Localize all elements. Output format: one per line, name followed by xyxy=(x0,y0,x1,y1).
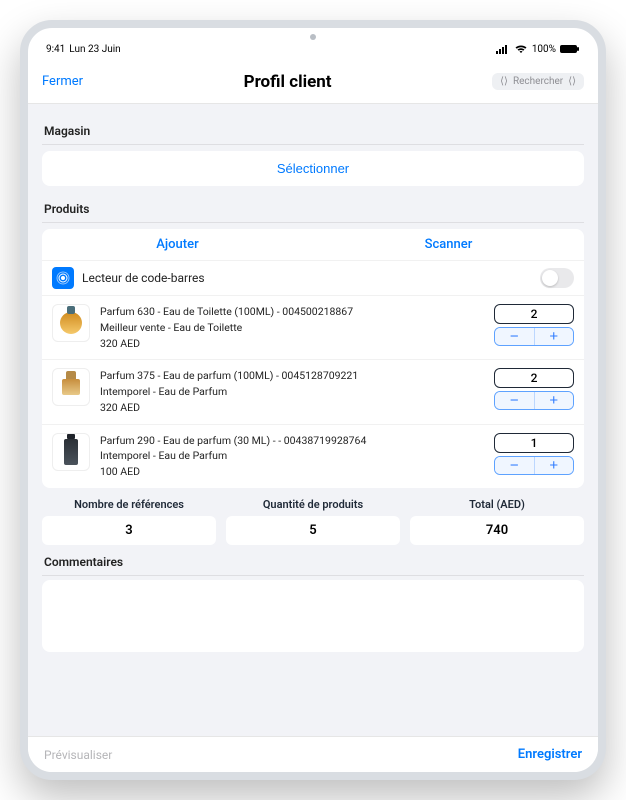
product-title: Parfum 630 - Eau de Toilette (100ML) - 0… xyxy=(100,304,484,320)
product-info: Parfum 630 - Eau de Toilette (100ML) - 0… xyxy=(100,304,484,351)
summary-total-label: Total (AED) xyxy=(410,498,584,511)
product-thumbnail xyxy=(52,304,90,342)
battery-icon xyxy=(560,44,580,54)
quantity-display[interactable]: 2 xyxy=(494,368,574,388)
wifi-icon xyxy=(514,44,528,54)
decrement-button[interactable]: − xyxy=(495,457,535,474)
quantity-controls: 2 −+ xyxy=(494,304,574,346)
product-title: Parfum 290 - Eau de parfum (30 ML) - - 0… xyxy=(100,433,484,449)
footer-bar: Prévisualiser Enregistrer xyxy=(28,736,598,772)
quantity-controls: 1 −+ xyxy=(494,433,574,475)
quantity-stepper: −+ xyxy=(494,456,574,475)
commentaires-section-label: Commentaires xyxy=(44,555,584,569)
product-thumbnail xyxy=(52,368,90,406)
product-title: Parfum 375 - Eau de parfum (100ML) - 004… xyxy=(100,368,484,384)
summary-qty-value: 5 xyxy=(226,516,400,545)
product-subtitle: Intemporel - Eau de Parfum xyxy=(100,448,484,464)
bottle-icon xyxy=(60,312,82,334)
status-time: 9:41 xyxy=(46,44,65,55)
produits-section-label: Produits xyxy=(44,202,584,216)
quantity-stepper: −+ xyxy=(494,327,574,346)
navigation-bar: Fermer Profil client ⟨⟩ Rechercher ⟨⟩ xyxy=(28,60,598,104)
product-info: Parfum 375 - Eau de parfum (100ML) - 004… xyxy=(100,368,484,415)
quantity-display[interactable]: 1 xyxy=(494,433,574,453)
tablet-camera xyxy=(310,34,316,40)
barcode-reader-label: Lecteur de code-barres xyxy=(82,271,532,285)
product-info: Parfum 290 - Eau de parfum (30 ML) - - 0… xyxy=(100,433,484,480)
magasin-section-label: Magasin xyxy=(44,124,584,138)
summary-row: Nombre de références 3 Quantité de produ… xyxy=(42,498,584,545)
decrement-button[interactable]: − xyxy=(495,392,535,409)
product-list: Parfum 630 - Eau de Toilette (100ML) - 0… xyxy=(42,296,584,488)
bottle-icon xyxy=(64,439,78,465)
close-button[interactable]: Fermer xyxy=(42,74,83,89)
barcode-toggle[interactable] xyxy=(540,268,574,288)
search-label: Rechercher xyxy=(513,76,563,87)
product-subtitle: Meilleur vente - Eau de Toilette xyxy=(100,320,484,336)
summary-total-value: 740 xyxy=(410,516,584,545)
save-button[interactable]: Enregistrer xyxy=(518,747,582,762)
product-price: 320 AED xyxy=(100,336,484,352)
divider xyxy=(42,575,584,576)
product-thumbnail xyxy=(52,433,90,471)
increment-button[interactable]: + xyxy=(535,328,574,345)
tab-scan[interactable]: Scanner xyxy=(313,229,584,260)
cellular-signal-icon xyxy=(496,44,510,54)
summary-refs-value: 3 xyxy=(42,516,216,545)
decrement-button[interactable]: − xyxy=(495,328,535,345)
tab-add[interactable]: Ajouter xyxy=(42,229,313,260)
bottle-icon xyxy=(62,379,80,395)
products-card: Ajouter Scanner Lecteur de code-barres P… xyxy=(42,229,584,488)
product-row: Parfum 375 - Eau de parfum (100ML) - 004… xyxy=(42,360,584,424)
quantity-display[interactable]: 2 xyxy=(494,304,574,324)
comments-input[interactable] xyxy=(42,580,584,652)
status-bar: 9:41 Lun 23 Juin 100% xyxy=(28,38,598,60)
increment-button[interactable]: + xyxy=(535,457,574,474)
search-button[interactable]: ⟨⟩ Rechercher ⟨⟩ xyxy=(492,73,584,90)
product-price: 100 AED xyxy=(100,464,484,480)
summary-qty-label: Quantité de produits xyxy=(226,498,400,511)
preview-button[interactable]: Prévisualiser xyxy=(44,748,112,762)
select-store-button[interactable]: Sélectionner xyxy=(42,151,584,186)
barcode-reader-icon xyxy=(52,267,74,289)
content-area: Magasin Sélectionner Produits Ajouter Sc… xyxy=(28,104,598,736)
product-row: Parfum 290 - Eau de parfum (30 ML) - - 0… xyxy=(42,425,584,488)
quantity-controls: 2 −+ xyxy=(494,368,574,410)
increment-button[interactable]: + xyxy=(535,392,574,409)
summary-refs-label: Nombre de références xyxy=(42,498,216,511)
status-date: Lun 23 Juin xyxy=(69,44,120,55)
quantity-stepper: −+ xyxy=(494,391,574,410)
product-subtitle: Intemporel - Eau de Parfum xyxy=(100,384,484,400)
battery-percent: 100% xyxy=(532,44,556,55)
product-row: Parfum 630 - Eau de Toilette (100ML) - 0… xyxy=(42,296,584,360)
bracket-left-icon: ⟨⟩ xyxy=(500,76,508,87)
bracket-right-icon: ⟨⟩ xyxy=(568,76,576,87)
tablet-frame: 9:41 Lun 23 Juin 100% Fermer Profil clie… xyxy=(20,20,606,780)
product-price: 320 AED xyxy=(100,400,484,416)
page-title: Profil client xyxy=(244,72,332,92)
